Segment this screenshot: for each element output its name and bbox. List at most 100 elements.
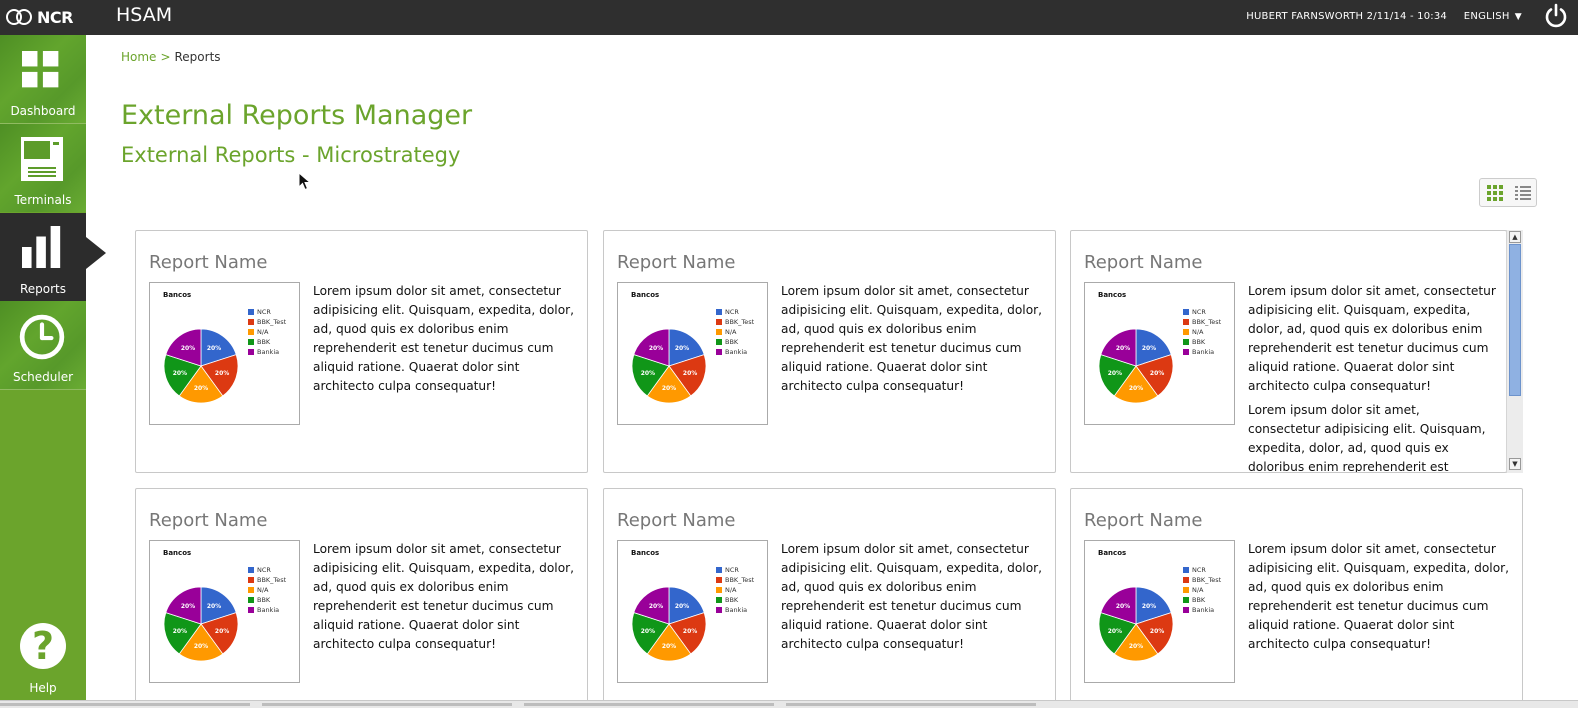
report-description-extra: Lorem ipsum dolor sit amet, consectetur …	[1248, 403, 1486, 473]
legend-item: Bankia	[1183, 347, 1221, 357]
power-icon[interactable]	[1542, 2, 1570, 30]
thumbnail-title: Bancos	[1098, 291, 1127, 299]
report-card[interactable]: Report Name Bancos 20% 20% 20% 20% 20% NCR BB…	[603, 230, 1056, 473]
legend-swatch	[1183, 607, 1189, 613]
thumbnail-title: Bancos	[163, 291, 192, 299]
pie-slice-label: 20%	[1142, 603, 1156, 610]
report-card[interactable]: Report Name Bancos 20% 20% 20% 20% 20% NCR BB…	[1070, 230, 1507, 473]
legend-swatch	[716, 349, 722, 355]
pie-chart: 20% 20% 20% 20% 20%	[631, 328, 707, 404]
legend-swatch	[1183, 587, 1189, 593]
pie-slice-label: 20%	[1150, 370, 1164, 377]
grid-view-icon[interactable]	[1486, 184, 1504, 202]
legend-label: BBK_Test	[725, 318, 755, 326]
view-toggle	[1479, 178, 1537, 207]
scroll-up-icon[interactable]: ▲	[1509, 231, 1521, 243]
legend-swatch	[1183, 577, 1189, 583]
help-icon: ?	[20, 623, 66, 669]
legend-item: N/A	[248, 327, 286, 337]
report-thumbnail[interactable]: Bancos 20% 20% 20% 20% 20% NCR BBK_Test N/A BBK…	[617, 540, 768, 683]
chart-legend: NCR BBK_Test N/A BBK Bankia	[248, 307, 286, 357]
legend-label: NCR	[725, 308, 739, 316]
report-name[interactable]: Report Name	[149, 510, 268, 531]
legend-item: BBK	[1183, 595, 1221, 605]
legend-swatch	[248, 567, 254, 573]
legend-swatch	[1183, 339, 1189, 345]
pie-slice-label: 20%	[1129, 643, 1143, 650]
legend-label: NCR	[725, 566, 739, 574]
sidebar-item-label: Scheduler	[12, 370, 74, 384]
language-label: ENGLISH	[1463, 11, 1510, 22]
sidebar-item-reports[interactable]: Reports	[0, 213, 86, 301]
legend-label: N/A	[725, 328, 737, 336]
sidebar-item-dashboard[interactable]: Dashboard	[0, 35, 86, 123]
sidebar: Dashboard Terminals Reports Scheduler ?	[0, 35, 86, 708]
scroll-down-icon[interactable]: ▼	[1509, 458, 1521, 470]
chart-legend: NCR BBK_Test N/A BBK Bankia	[1183, 307, 1221, 357]
legend-swatch	[716, 587, 722, 593]
legend-item: NCR	[248, 565, 286, 575]
card-scrollbar[interactable]: ▲ ▼	[1506, 230, 1523, 473]
report-card[interactable]: Report Name Bancos 20% 20% 20% 20% 20% NCR BB…	[135, 488, 588, 708]
legend-item: BBK	[716, 337, 754, 347]
chart-legend: NCR BBK_Test N/A BBK Bankia	[716, 307, 754, 357]
legend-swatch	[1183, 567, 1189, 573]
legend-item: Bankia	[1183, 605, 1221, 615]
list-view-icon[interactable]	[1514, 184, 1532, 202]
report-name[interactable]: Report Name	[617, 510, 736, 531]
report-description: Lorem ipsum dolor sit amet, consectetur …	[1248, 542, 1510, 651]
thumbnail-title: Bancos	[631, 549, 660, 557]
legend-item: BBK_Test	[716, 575, 754, 585]
report-card[interactable]: Report Name Bancos 20% 20% 20% 20% 20% NCR BB…	[603, 488, 1056, 708]
pie-slice-label: 20%	[173, 628, 187, 635]
legend-label: BBK	[725, 338, 739, 346]
legend-label: NCR	[1192, 308, 1206, 316]
legend-label: BBK_Test	[1192, 576, 1222, 584]
report-name[interactable]: Report Name	[1084, 252, 1203, 273]
legend-item: NCR	[716, 565, 754, 575]
report-description: Lorem ipsum dolor sit amet, consectetur …	[313, 284, 575, 393]
legend-label: N/A	[257, 586, 269, 594]
ncr-logo-icon	[6, 8, 34, 26]
language-selector[interactable]: ENGLISH ▼	[1464, 11, 1522, 22]
legend-label: N/A	[725, 586, 737, 594]
scrollbar-thumb[interactable]	[1509, 244, 1521, 396]
report-thumbnail[interactable]: Bancos 20% 20% 20% 20% 20% NCR BBK_Test N/A BBK…	[1084, 540, 1235, 683]
legend-swatch	[716, 597, 722, 603]
report-thumbnail[interactable]: Bancos 20% 20% 20% 20% 20% NCR BBK_Test N/A BBK…	[149, 540, 300, 683]
report-thumbnail[interactable]: Bancos 20% 20% 20% 20% 20% NCR BBK_Test N/A BBK…	[149, 282, 300, 425]
legend-label: Bankia	[725, 348, 748, 356]
sidebar-item-terminals[interactable]: Terminals	[0, 124, 86, 212]
logo-text: NCR	[37, 7, 73, 27]
pie-slice-label: 20%	[207, 603, 221, 610]
legend-swatch	[1183, 597, 1189, 603]
legend-label: BBK	[725, 596, 739, 604]
pie-slice-label: 20%	[181, 603, 195, 610]
legend-label: BBK_Test	[1192, 318, 1222, 326]
ncr-logo[interactable]: NCR	[6, 6, 73, 28]
legend-item: Bankia	[716, 605, 754, 615]
chevron-down-icon: ▼	[1514, 12, 1522, 22]
pie-chart: 20% 20% 20% 20% 20%	[163, 586, 239, 662]
report-thumbnail[interactable]: Bancos 20% 20% 20% 20% 20% NCR BBK_Test N/A BBK…	[617, 282, 768, 425]
report-name[interactable]: Report Name	[617, 252, 736, 273]
breadcrumb-home-link[interactable]: Home	[121, 50, 156, 64]
legend-swatch	[248, 577, 254, 583]
report-name[interactable]: Report Name	[1084, 510, 1203, 531]
legend-item: N/A	[248, 585, 286, 595]
pie-slice-label: 20%	[1142, 345, 1156, 352]
legend-item: BBK	[248, 337, 286, 347]
pie-slice-label: 20%	[1108, 628, 1122, 635]
pie-slice-label: 20%	[181, 345, 195, 352]
report-name[interactable]: Report Name	[149, 252, 268, 273]
sidebar-item-label: Help	[29, 681, 57, 695]
legend-swatch	[716, 339, 722, 345]
report-card[interactable]: Report Name Bancos 20% 20% 20% 20% 20% NCR BB…	[1070, 488, 1523, 708]
sidebar-item-help[interactable]: ? Help	[0, 618, 86, 728]
report-card[interactable]: Report Name Bancos 20% 20% 20% 20% 20% NCR BB…	[135, 230, 588, 473]
legend-label: Bankia	[257, 606, 280, 614]
sidebar-item-scheduler[interactable]: Scheduler	[0, 301, 86, 389]
legend-label: BBK_Test	[257, 318, 287, 326]
legend-label: NCR	[257, 308, 271, 316]
page-title: External Reports Manager	[121, 100, 473, 131]
